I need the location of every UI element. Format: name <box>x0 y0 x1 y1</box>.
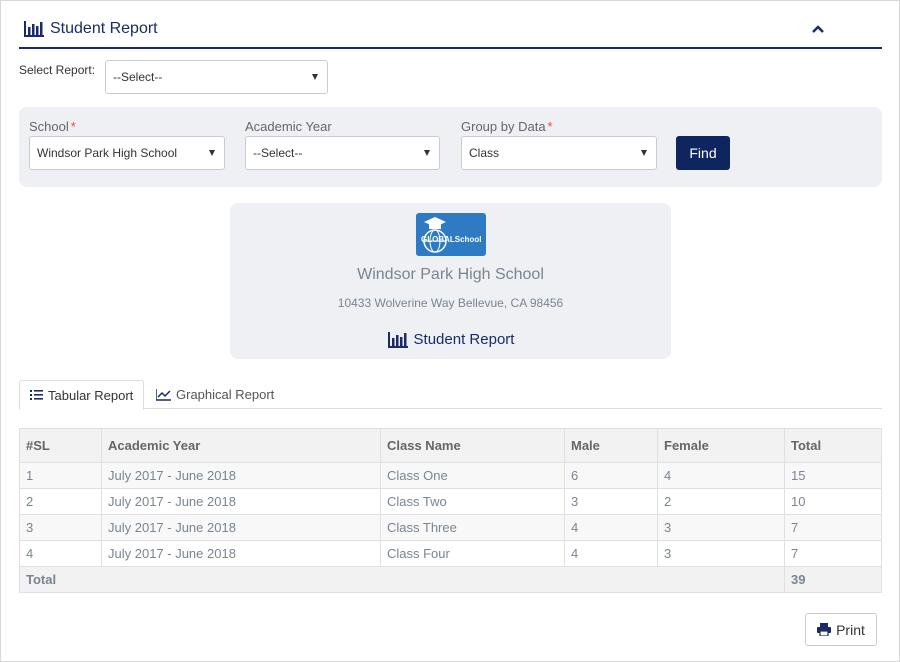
select-report-dropdown[interactable]: --Select-- <box>105 60 328 94</box>
academic-year-value: --Select-- <box>253 146 303 160</box>
cell-class-name: Class One <box>380 462 565 489</box>
tab-graphical-report[interactable]: Graphical Report <box>146 380 284 409</box>
select-report-value: --Select-- <box>113 70 163 84</box>
chevron-up-icon <box>812 25 824 33</box>
caret-down-icon <box>424 150 430 156</box>
cell-sl: 3 <box>19 514 102 541</box>
cell-total: 10 <box>784 488 882 515</box>
cell-total: 7 <box>784 540 882 567</box>
cell-academic-year: July 2017 - June 2018 <box>101 514 381 541</box>
bar-chart-icon <box>24 21 44 37</box>
cell-academic-year: July 2017 - June 2018 <box>101 540 381 567</box>
cell-female: 3 <box>657 540 785 567</box>
group-by-label: Group by Data * <box>461 119 553 134</box>
page-title: Student Report <box>24 20 158 38</box>
table-total-row: Total 39 <box>19 566 882 593</box>
find-button[interactable]: Find <box>676 136 730 170</box>
school-label: School * <box>29 119 76 134</box>
academic-year-label: Academic Year <box>245 119 332 134</box>
school-select-value: Windsor Park High School <box>37 146 178 160</box>
cell-female: 2 <box>657 488 785 515</box>
cell-academic-year: July 2017 - June 2018 <box>101 488 381 515</box>
caret-down-icon <box>312 74 318 80</box>
caret-down-icon <box>641 150 647 156</box>
bar-chart-icon <box>387 331 408 348</box>
school-select[interactable]: Windsor Park High School <box>29 136 225 170</box>
col-header-class-name: Class Name <box>380 428 565 463</box>
cell-total: 15 <box>784 462 882 489</box>
col-header-academic-year: Academic Year <box>101 428 381 463</box>
school-name: Windsor Park High School <box>357 266 544 283</box>
svg-text:GLOBALSchool: GLOBALSchool <box>421 235 481 244</box>
tab-tabular-report[interactable]: Tabular Report <box>19 380 145 410</box>
table-row: 3 July 2017 - June 2018 Class Three 4 3 … <box>19 514 882 541</box>
caret-down-icon <box>209 150 215 156</box>
table-header-row: #SL Academic Year Class Name Male Female… <box>19 428 882 463</box>
cell-male: 6 <box>564 462 658 489</box>
report-tabs: Tabular Report Graphical Report <box>19 380 882 410</box>
print-button[interactable]: Print <box>805 613 877 646</box>
cell-class-name: Class Three <box>380 514 565 541</box>
col-header-male: Male <box>564 428 658 463</box>
report-header: Student Report <box>19 12 882 49</box>
printer-icon <box>817 623 832 636</box>
cell-sl: 2 <box>19 488 102 515</box>
list-icon <box>30 390 43 400</box>
academic-year-select[interactable]: --Select-- <box>245 136 440 170</box>
school-address: 10433 Wolverine Way Bellevue, CA 98456 <box>337 296 564 310</box>
cell-academic-year: July 2017 - June 2018 <box>101 462 381 489</box>
total-label: Total <box>19 566 785 593</box>
col-header-sl: #SL <box>19 428 102 463</box>
table-row: 2 July 2017 - June 2018 Class Two 3 2 10 <box>19 488 882 515</box>
card-report-title: Student Report <box>230 331 671 348</box>
cell-class-name: Class Two <box>380 488 565 515</box>
cell-female: 3 <box>657 514 785 541</box>
school-logo: GLOBALSchool <box>416 213 486 256</box>
cell-male: 4 <box>564 514 658 541</box>
collapse-button[interactable] <box>811 22 827 36</box>
page-title-text: Student Report <box>50 20 158 37</box>
table-row: 4 July 2017 - June 2018 Class Four 4 3 7 <box>19 540 882 567</box>
report-table: #SL Academic Year Class Name Male Female… <box>19 428 882 593</box>
cell-female: 4 <box>657 462 785 489</box>
cell-class-name: Class Four <box>380 540 565 567</box>
school-card: GLOBALSchool Windsor Park High School 10… <box>230 203 671 359</box>
total-value: 39 <box>784 566 882 593</box>
graduation-cap-icon: GLOBALSchool <box>421 217 481 253</box>
group-by-value: Class <box>469 146 500 160</box>
table-row: 1 July 2017 - June 2018 Class One 6 4 15 <box>19 462 882 489</box>
line-chart-icon <box>156 388 171 401</box>
select-report-label: Select Report: <box>19 63 96 77</box>
cell-sl: 1 <box>19 462 102 489</box>
filter-panel: School * Windsor Park High School Academi… <box>19 107 882 187</box>
cell-male: 4 <box>564 540 658 567</box>
group-by-select[interactable]: Class <box>461 136 657 170</box>
col-header-total: Total <box>784 428 882 463</box>
cell-sl: 4 <box>19 540 102 567</box>
col-header-female: Female <box>657 428 785 463</box>
cell-total: 7 <box>784 514 882 541</box>
cell-male: 3 <box>564 488 658 515</box>
